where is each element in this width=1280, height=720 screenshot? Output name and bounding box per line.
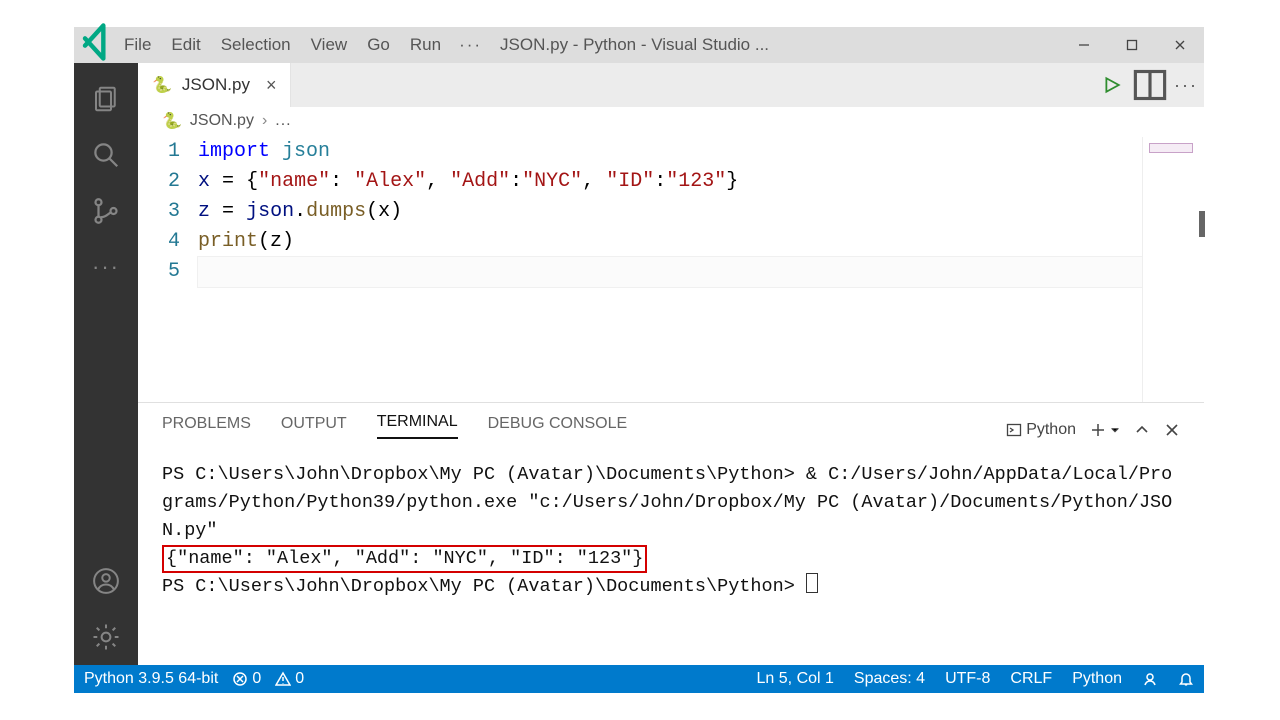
python-file-icon: 🐍: [152, 75, 172, 95]
panel-tab-output[interactable]: OUTPUT: [281, 415, 347, 439]
panel-maximize-button[interactable]: [1134, 422, 1150, 438]
panel-tab-terminal[interactable]: TERMINAL: [377, 413, 458, 439]
window-close-button[interactable]: [1156, 27, 1204, 63]
status-language[interactable]: Python: [1072, 670, 1122, 688]
status-encoding[interactable]: UTF-8: [945, 670, 990, 688]
new-terminal-button[interactable]: [1090, 422, 1120, 438]
breadcrumb-rest: ...: [275, 112, 291, 130]
activity-overflow-icon[interactable]: ···: [74, 239, 138, 295]
editor-tab-json-py[interactable]: 🐍 JSON.py ×: [138, 63, 291, 107]
tab-filename: JSON.py: [182, 75, 250, 95]
status-notifications-icon[interactable]: [1178, 671, 1194, 687]
panel-tab-debug-console[interactable]: DEBUG CONSOLE: [488, 415, 628, 439]
run-file-button[interactable]: [1092, 63, 1132, 107]
breadcrumb-file: JSON.py: [190, 112, 254, 130]
title-bar: File Edit Selection View Go Run ··· JSON…: [74, 27, 1204, 63]
terminal-output-highlighted: {"name": "Alex", "Add": "NYC", "ID": "12…: [162, 545, 647, 573]
menu-bar: File Edit Selection View Go Run: [118, 35, 441, 55]
bottom-panel: PROBLEMS OUTPUT TERMINAL DEBUG CONSOLE P…: [138, 403, 1204, 665]
tab-close-button[interactable]: ×: [260, 75, 277, 96]
window-minimize-button[interactable]: [1060, 27, 1108, 63]
minimap[interactable]: [1142, 137, 1204, 402]
menu-run[interactable]: Run: [410, 35, 441, 55]
panel-tabs: PROBLEMS OUTPUT TERMINAL DEBUG CONSOLE P…: [138, 403, 1204, 439]
panel-tab-problems[interactable]: PROBLEMS: [162, 415, 251, 439]
terminal[interactable]: PS C:\Users\John\Dropbox\My PC (Avatar)\…: [138, 439, 1204, 665]
menu-overflow-icon[interactable]: ···: [441, 35, 500, 55]
activity-accounts-icon[interactable]: [74, 553, 138, 609]
activity-explorer-icon[interactable]: [74, 71, 138, 127]
window-maximize-button[interactable]: [1108, 27, 1156, 63]
status-cursor-pos[interactable]: Ln 5, Col 1: [757, 670, 834, 688]
menu-file[interactable]: File: [124, 35, 151, 55]
code-content[interactable]: import json x = {"name": "Alex", "Add":"…: [198, 137, 1142, 402]
editor-more-actions-button[interactable]: ···: [1168, 63, 1204, 107]
breadcrumb[interactable]: 🐍 JSON.py › ...: [138, 107, 1204, 135]
python-file-icon: 🐍: [162, 111, 182, 131]
status-eol[interactable]: CRLF: [1010, 670, 1052, 688]
terminal-cursor: [806, 573, 818, 593]
activity-bar: ···: [74, 63, 138, 665]
activity-settings-icon[interactable]: [74, 609, 138, 665]
terminal-line: PS C:\Users\John\Dropbox\My PC (Avatar)\…: [162, 464, 1172, 541]
activity-search-icon[interactable]: [74, 127, 138, 183]
status-warnings[interactable]: 0: [275, 670, 304, 688]
menu-edit[interactable]: Edit: [171, 35, 200, 55]
status-indentation[interactable]: Spaces: 4: [854, 670, 925, 688]
minimap-slider[interactable]: [1199, 211, 1205, 237]
activity-source-control-icon[interactable]: [74, 183, 138, 239]
editor-tabs: 🐍 JSON.py × ···: [138, 63, 1204, 107]
menu-view[interactable]: View: [311, 35, 348, 55]
window-title: JSON.py - Python - Visual Studio ...: [500, 35, 1060, 55]
code-editor[interactable]: 1 2 3 4 5 import json x = {"name": "Alex…: [138, 135, 1204, 402]
menu-go[interactable]: Go: [367, 35, 390, 55]
chevron-right-icon: ›: [262, 112, 267, 130]
status-interpreter[interactable]: Python 3.9.5 64-bit: [84, 670, 218, 688]
line-number-gutter: 1 2 3 4 5: [138, 137, 198, 402]
menu-selection[interactable]: Selection: [221, 35, 291, 55]
terminal-prompt: PS C:\Users\John\Dropbox\My PC (Avatar)\…: [162, 576, 806, 597]
status-bar: Python 3.9.5 64-bit 0 0 Ln 5, Col 1 Spac…: [74, 665, 1204, 693]
panel-close-button[interactable]: [1164, 422, 1180, 438]
status-errors[interactable]: 0: [232, 670, 261, 688]
status-feedback-icon[interactable]: [1142, 671, 1158, 687]
terminal-shell-select[interactable]: Python: [1006, 421, 1076, 439]
split-editor-button[interactable]: [1132, 63, 1168, 107]
